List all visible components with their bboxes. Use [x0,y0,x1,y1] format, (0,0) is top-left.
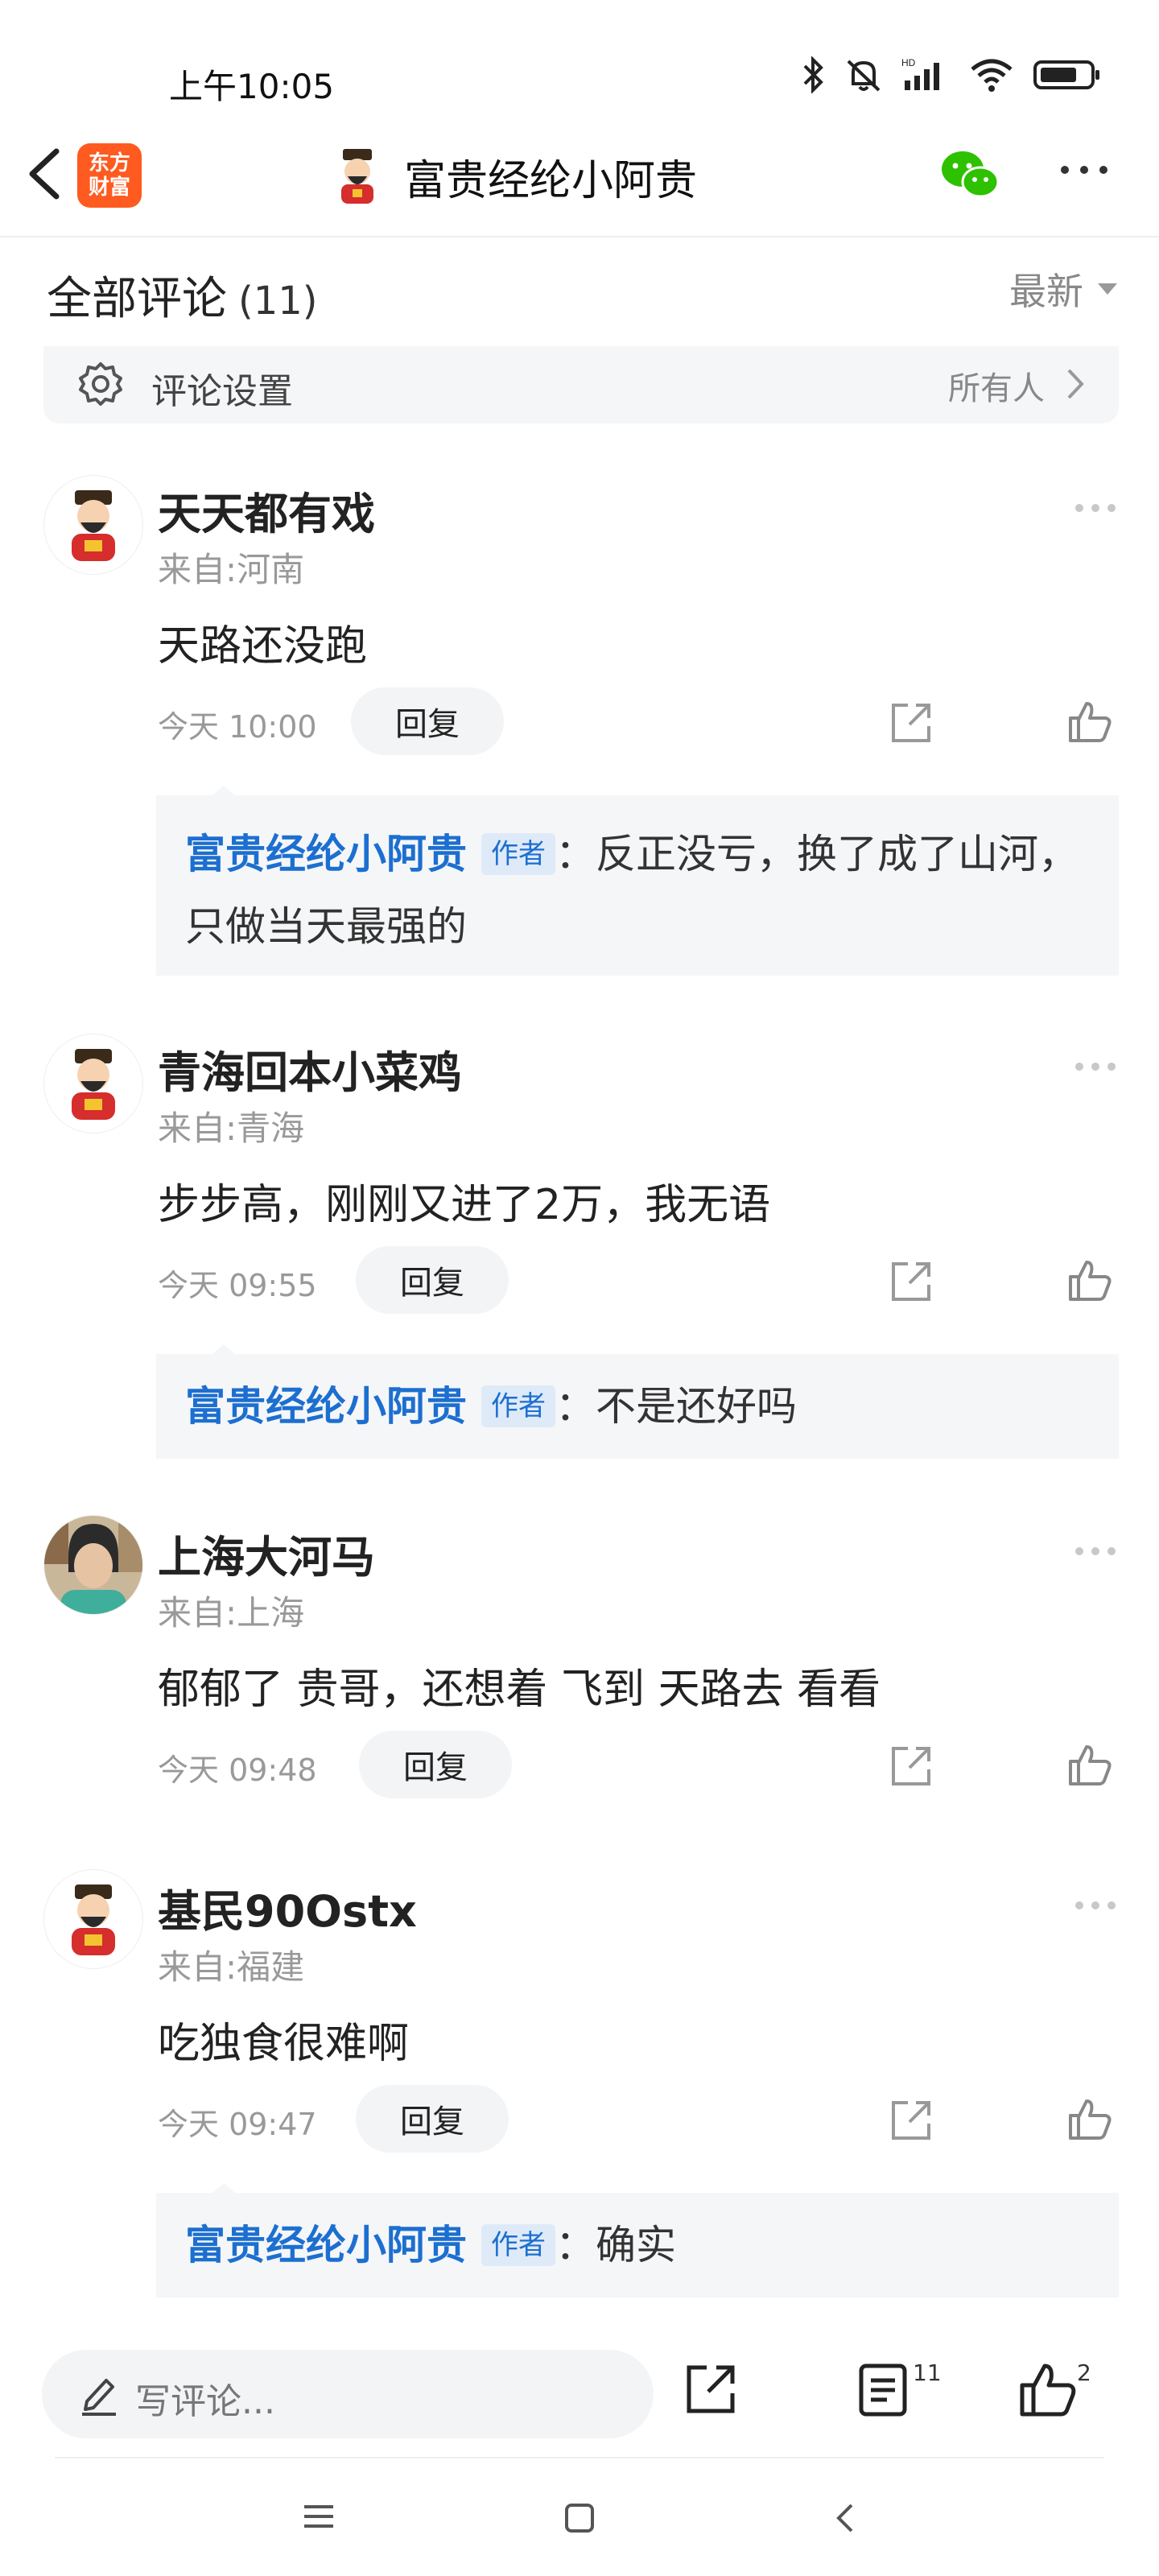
comment-username[interactable]: 青海回本小菜鸡 [158,1037,462,1100]
thumbs-up-icon[interactable] [1067,699,1112,744]
nav-divider [0,236,1159,237]
comment-username[interactable]: 天天都有戏 [158,478,375,542]
bluetooth-icon [803,56,823,93]
thumbs-up-icon[interactable] [1067,2096,1112,2141]
back-arrow-icon[interactable] [18,142,74,206]
sort-label: 最新 [1009,270,1083,313]
top-nav: 东方 财富 富贵经纶小阿贵 [0,121,1159,233]
comment-count-badge: 11 [913,2359,942,2386]
bottom-divider [55,2457,1104,2458]
comment-location: 来自:青海 [158,1108,305,1148]
share-icon[interactable] [889,1744,934,1789]
avatar[interactable] [43,1515,143,1615]
thumbs-up-icon[interactable] [1067,1742,1112,1787]
comment-text: 步步高，刚刚又进了2万，我无语 [158,1181,771,1229]
comment-list-icon[interactable] [858,2361,908,2417]
status-icons: HD [802,56,1101,93]
comment-text: 郁郁了 贵哥，还想着 飞到 天路去 看看 [158,1666,881,1714]
thumbs-up-icon[interactable] [1067,1257,1112,1302]
comment-time: 今天 09:47 [158,2107,317,2142]
comment-item: 上海大河马 来自:上海 郁郁了 贵哥，还想着 飞到 天路去 看看 今天 09:4… [0,1510,1159,1816]
mute-bell-icon [847,60,881,92]
share-icon[interactable] [889,1259,934,1304]
comment-time: 今天 09:55 [158,1268,317,1303]
reply-button[interactable]: 回复 [351,687,504,755]
comment-more-icon[interactable] [1075,1901,1116,1909]
comment-item: 青海回本小菜鸡 来自:青海 步步高，刚刚又进了2万，我无语 今天 09:55 回… [0,1026,1159,1460]
hd-signal-icon: HD [901,57,939,90]
comments-header: 全部评论 (11) [47,262,318,328]
author-tag: 作者 [481,2224,555,2266]
app-logo-line2: 财富 [88,175,130,200]
comment-username[interactable]: 上海大河马 [158,1521,375,1585]
status-time: 上午10:05 [169,67,335,106]
settings-label: 评论设置 [151,371,293,412]
sort-dropdown[interactable]: 最新 [1009,262,1117,316]
app-logo-line1: 东方 [88,151,130,175]
comment-more-icon[interactable] [1075,504,1116,512]
comment-text: 天路还没跑 [158,622,368,671]
author-reply: 富贵经纶小阿贵 作者 ：确实 [156,2183,1119,2297]
comment-item: 天天都有戏 来自:河南 天路还没跑 今天 10:00 回复 富贵经纶小阿贵 作者：… [0,467,1159,982]
wifi-icon [971,59,1013,92]
author-tag: 作者 [481,833,555,875]
reply-button[interactable]: 回复 [356,1246,509,1314]
author-tag: 作者 [481,1385,555,1427]
comment-time: 今天 09:48 [158,1752,317,1788]
reply-text: ：确实 [555,2222,676,2268]
status-bar: 上午10:05 HD [0,0,1159,113]
reply-button[interactable]: 回复 [359,1731,512,1798]
wechat-share-icon[interactable] [940,148,1001,201]
share-icon[interactable] [683,2361,739,2417]
comment-location: 来自:福建 [158,1947,305,1987]
comment-more-icon[interactable] [1075,1063,1116,1071]
bottom-action-bar: 写评论... 11 2 [0,2330,1159,2467]
nav-title-group[interactable]: 富贵经纶小阿贵 [332,142,697,211]
avatar[interactable] [43,1869,143,1969]
comment-placeholder: 写评论... [135,2381,275,2422]
comment-more-icon[interactable] [1075,1547,1116,1555]
settings-scope: 所有人 [948,370,1045,407]
comment-location: 来自:上海 [158,1593,305,1633]
app-logo[interactable]: 东方 财富 [77,143,142,208]
comment-item: 基民90Ostx 来自:福建 吃独食很难啊 今天 09:47 回复 富贵经纶小阿… [0,1864,1159,2299]
avatar[interactable] [43,1034,143,1133]
reply-author[interactable]: 富贵经纶小阿贵 [185,2222,467,2268]
avatar[interactable] [43,475,143,575]
comment-username[interactable]: 基民90Ostx [158,1876,417,1939]
more-options-icon[interactable] [1061,166,1107,174]
like-count-badge: 2 [1077,2359,1091,2386]
fortune-god-avatar-icon [341,149,373,204]
menu-icon[interactable] [301,2502,336,2531]
reply-author[interactable]: 富贵经纶小阿贵 [185,831,467,877]
chevron-right-icon [1067,369,1084,399]
chevron-down-icon [1098,283,1117,295]
back-icon[interactable] [834,2502,858,2534]
author-reply: 富贵经纶小阿贵 作者 ：反正没亏，换了成了山河，只做当天最强的 [156,786,1119,976]
thumbs-up-icon[interactable] [1019,2361,1077,2419]
comment-settings-row[interactable]: 评论设置 所有人 [43,346,1119,423]
gear-icon [79,362,122,406]
pencil-icon [82,2379,116,2416]
reply-button[interactable]: 回复 [356,2085,509,2153]
system-nav-bar [0,2463,1159,2576]
reply-text: ：不是还好吗 [555,1383,797,1430]
comment-time: 今天 10:00 [158,709,317,745]
author-reply: 富贵经纶小阿贵 作者 ：不是还好吗 [156,1344,1119,1459]
battery-icon [1033,60,1099,89]
home-icon[interactable] [563,2502,596,2534]
share-icon[interactable] [889,700,934,745]
comments-count: (11) [238,279,318,324]
share-icon[interactable] [889,2098,934,2143]
svg-text:HD: HD [901,57,916,68]
reply-author[interactable]: 富贵经纶小阿贵 [185,1383,467,1430]
comment-location: 来自:河南 [158,550,305,589]
page-title: 富贵经纶小阿贵 [404,156,698,205]
comments-title: 全部评论 [47,273,227,325]
write-comment-input[interactable]: 写评论... [42,2350,654,2438]
comment-text: 吃独食很难啊 [158,2020,410,2068]
